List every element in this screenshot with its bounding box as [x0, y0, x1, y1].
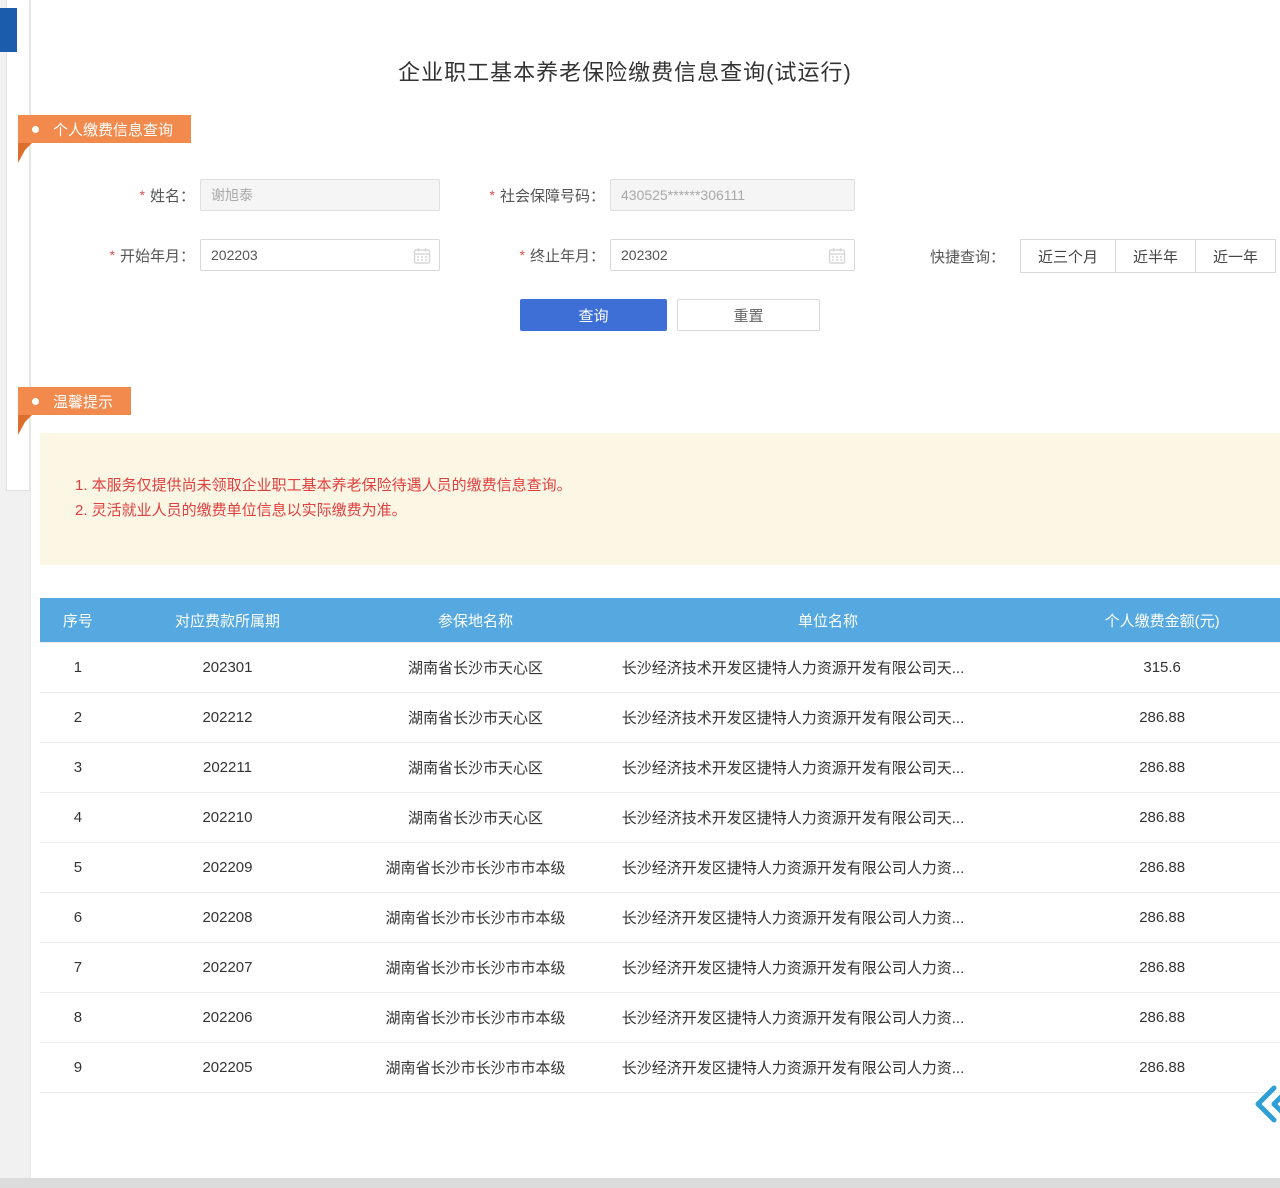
table-cell: 湖南省长沙市天心区: [339, 693, 612, 743]
calendar-icon[interactable]: [828, 247, 846, 265]
table-cell: 湖南省长沙市天心区: [339, 793, 612, 843]
column-header-3: 单位名称: [612, 598, 1045, 643]
table-cell: 7: [40, 943, 116, 993]
table-cell: 202206: [116, 993, 339, 1043]
page: 企业职工基本养老保险缴费信息查询(试运行) 个人缴费信息查询 * 姓名： 谢旭泰…: [0, 0, 1280, 1188]
table-cell: 湖南省长沙市长沙市市本级: [339, 893, 612, 943]
table-cell: 长沙经济开发区捷特人力资源开发有限公司人力资...: [612, 843, 1045, 893]
quick-option-2[interactable]: 近一年: [1195, 239, 1276, 273]
table-cell: 长沙经济开发区捷特人力资源开发有限公司人力资...: [612, 993, 1045, 1043]
table-cell: 长沙经济技术开发区捷特人力资源开发有限公司天...: [612, 743, 1045, 793]
table-cell: 2: [40, 693, 116, 743]
name-label: * 姓名：: [80, 179, 195, 211]
table-cell: 长沙经济技术开发区捷特人力资源开发有限公司天...: [612, 793, 1045, 843]
table-cell: 315.6: [1044, 643, 1280, 693]
quick-option-0[interactable]: 近三个月: [1020, 239, 1116, 273]
table-cell: 4: [40, 793, 116, 843]
name-field[interactable]: 谢旭泰: [200, 179, 440, 211]
table-cell: 长沙经济开发区捷特人力资源开发有限公司人力资...: [612, 1043, 1045, 1093]
ribbon-fold: [18, 415, 32, 435]
table-row: 2202212湖南省长沙市天心区长沙经济技术开发区捷特人力资源开发有限公司天..…: [40, 693, 1280, 743]
end-month-field[interactable]: 202302: [610, 239, 855, 271]
table-cell: 286.88: [1044, 793, 1280, 843]
table-cell: 6: [40, 893, 116, 943]
table-cell: 286.88: [1044, 743, 1280, 793]
table-cell: 286.88: [1044, 943, 1280, 993]
section-label: 温馨提示: [53, 391, 113, 412]
quick-option-1[interactable]: 近半年: [1115, 239, 1196, 273]
ssn-label: * 社会保障号码：: [460, 179, 605, 211]
table-cell: 286.88: [1044, 993, 1280, 1043]
table-cell: 202205: [116, 1043, 339, 1093]
table-cell: 3: [40, 743, 116, 793]
query-button[interactable]: 查询: [520, 299, 667, 331]
table-cell: 286.88: [1044, 1043, 1280, 1093]
table-cell: 202301: [116, 643, 339, 693]
quick-query-group: 近三个月近半年近一年: [1020, 239, 1276, 273]
section-header-tips: 温馨提示: [18, 387, 131, 415]
column-header-2: 参保地名称: [339, 598, 612, 643]
table-row: 1202301湖南省长沙市天心区长沙经济技术开发区捷特人力资源开发有限公司天..…: [40, 643, 1280, 693]
start-month-label: * 开始年月：: [80, 239, 195, 271]
section-label: 个人缴费信息查询: [53, 119, 173, 140]
table-row: 7202207湖南省长沙市长沙市市本级长沙经济开发区捷特人力资源开发有限公司人力…: [40, 943, 1280, 993]
column-header-4: 个人缴费金额(元): [1044, 598, 1280, 643]
table-cell: 286.88: [1044, 693, 1280, 743]
table-cell: 202212: [116, 693, 339, 743]
reset-button[interactable]: 重置: [677, 299, 820, 331]
results-table-wrap: 序号对应费款所属期参保地名称单位名称个人缴费金额(元) 1202301湖南省长沙…: [40, 598, 1280, 1093]
notice-box: 1. 本服务仅提供尚未领取企业职工基本养老保险待遇人员的缴费信息查询。2. 灵活…: [40, 433, 1280, 565]
table-cell: 286.88: [1044, 893, 1280, 943]
start-month-field[interactable]: 202203: [200, 239, 440, 271]
table-cell: 湖南省长沙市长沙市市本级: [339, 1043, 612, 1093]
collapse-double-chevron-icon[interactable]: [1252, 1082, 1280, 1126]
page-title: 企业职工基本养老保险缴费信息查询(试运行): [0, 55, 1250, 87]
table-cell: 湖南省长沙市天心区: [339, 743, 612, 793]
table-row: 8202206湖南省长沙市长沙市市本级长沙经济开发区捷特人力资源开发有限公司人力…: [40, 993, 1280, 1043]
table-row: 4202210湖南省长沙市天心区长沙经济技术开发区捷特人力资源开发有限公司天..…: [40, 793, 1280, 843]
required-asterisk: *: [520, 247, 525, 263]
table-cell: 湖南省长沙市长沙市市本级: [339, 943, 612, 993]
table-row: 6202208湖南省长沙市长沙市市本级长沙经济开发区捷特人力资源开发有限公司人力…: [40, 893, 1280, 943]
table-cell: 202207: [116, 943, 339, 993]
table-cell: 202211: [116, 743, 339, 793]
column-header-1: 对应费款所属期: [116, 598, 339, 643]
quick-query-label: 快捷查询：: [930, 239, 1005, 273]
table-row: 5202209湖南省长沙市长沙市市本级长沙经济开发区捷特人力资源开发有限公司人力…: [40, 843, 1280, 893]
ribbon-fold: [18, 143, 32, 163]
calendar-icon[interactable]: [413, 247, 431, 265]
table-cell: 9: [40, 1043, 116, 1093]
table-cell: 湖南省长沙市长沙市市本级: [339, 843, 612, 893]
notice-line-1: 2. 灵活就业人员的缴费单位信息以实际缴费为准。: [75, 498, 1280, 523]
table-cell: 202210: [116, 793, 339, 843]
table-cell: 湖南省长沙市长沙市市本级: [339, 993, 612, 1043]
table-cell: 286.88: [1044, 843, 1280, 893]
table-cell: 长沙经济开发区捷特人力资源开发有限公司人力资...: [612, 893, 1045, 943]
table-row: 9202205湖南省长沙市长沙市市本级长沙经济开发区捷特人力资源开发有限公司人力…: [40, 1043, 1280, 1093]
table-cell: 202209: [116, 843, 339, 893]
table-cell: 1: [40, 643, 116, 693]
notice-line-0: 1. 本服务仅提供尚未领取企业职工基本养老保险待遇人员的缴费信息查询。: [75, 473, 1280, 498]
section-header-personal-query: 个人缴费信息查询: [18, 115, 191, 143]
column-header-0: 序号: [40, 598, 116, 643]
table-cell: 8: [40, 993, 116, 1043]
side-blue-tab[interactable]: [0, 8, 17, 52]
payment-table: 序号对应费款所属期参保地名称单位名称个人缴费金额(元) 1202301湖南省长沙…: [40, 598, 1280, 1093]
bullet-icon: [32, 398, 39, 405]
end-month-label: * 终止年月：: [460, 239, 605, 271]
table-cell: 湖南省长沙市天心区: [339, 643, 612, 693]
table-cell: 5: [40, 843, 116, 893]
table-cell: 长沙经济技术开发区捷特人力资源开发有限公司天...: [612, 693, 1045, 743]
bullet-icon: [32, 126, 39, 133]
bottom-strip: [0, 1178, 1280, 1188]
table-cell: 长沙经济开发区捷特人力资源开发有限公司人力资...: [612, 943, 1045, 993]
required-asterisk: *: [140, 187, 145, 203]
required-asterisk: *: [490, 187, 495, 203]
required-asterisk: *: [110, 247, 115, 263]
ssn-field[interactable]: 430525******306111: [610, 179, 855, 211]
table-cell: 长沙经济技术开发区捷特人力资源开发有限公司天...: [612, 643, 1045, 693]
table-row: 3202211湖南省长沙市天心区长沙经济技术开发区捷特人力资源开发有限公司天..…: [40, 743, 1280, 793]
table-cell: 202208: [116, 893, 339, 943]
